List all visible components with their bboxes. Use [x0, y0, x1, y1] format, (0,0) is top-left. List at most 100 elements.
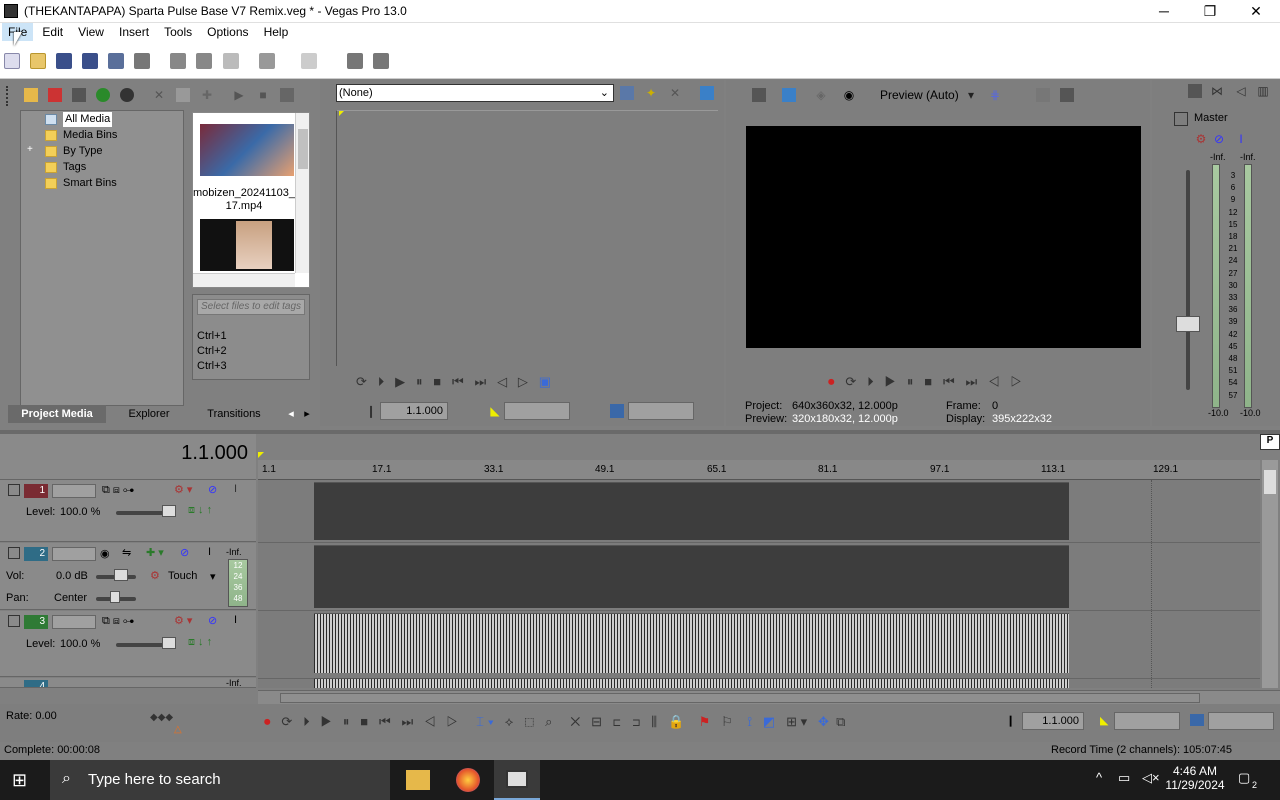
- loop-icon[interactable]: ⟳: [356, 374, 367, 389]
- copy-snapshot-icon[interactable]: [1036, 88, 1050, 102]
- track-level-knob[interactable]: [162, 637, 176, 649]
- snap-icon[interactable]: ⊞ ▾: [786, 714, 807, 729]
- minimize-button[interactable]: ─: [1141, 0, 1187, 23]
- track-mute-icon[interactable]: ⊘: [208, 483, 217, 496]
- play-from-start-icon[interactable]: ⏵: [867, 374, 874, 389]
- track-composite-icon[interactable]: ⧈ ↓ ↑: [188, 636, 212, 649]
- scroll-thumb[interactable]: [280, 693, 1200, 703]
- play-icon[interactable]: ▶: [884, 374, 896, 389]
- tab-project-media[interactable]: Project Media: [8, 405, 106, 423]
- menu-edit[interactable]: Edit: [36, 23, 69, 41]
- automation-mode[interactable]: Touch: [168, 570, 197, 582]
- preview-screen[interactable]: [746, 126, 1141, 348]
- timeline-scrollbar-h[interactable]: [258, 690, 1280, 704]
- trimmer-fx-icon[interactable]: ✦: [644, 86, 658, 100]
- capture-video-icon[interactable]: [48, 88, 62, 102]
- split-screen-icon[interactable]: ◉: [842, 88, 856, 102]
- auto-ripple-icon[interactable]: ◩: [763, 714, 775, 729]
- cut-icon[interactable]: [170, 53, 187, 69]
- media-thumbnail-2[interactable]: [200, 219, 294, 271]
- prev-frame-icon[interactable]: ◁: [424, 714, 436, 729]
- tree-item-all-media[interactable]: All Media: [63, 112, 113, 127]
- track-solo-icon[interactable]: Ι: [234, 483, 237, 495]
- master-mute-icon[interactable]: ⊘: [1212, 132, 1226, 146]
- envelope-tool-icon[interactable]: ⟡: [505, 714, 514, 729]
- timeline-scrollbar-v[interactable]: [1262, 460, 1278, 688]
- tree-item-smart-bins[interactable]: Smart Bins: [63, 176, 117, 191]
- go-end-icon[interactable]: ⏭: [965, 374, 977, 389]
- go-end-icon[interactable]: ⏭: [401, 714, 413, 729]
- trimmer-audio-icon[interactable]: [620, 86, 634, 100]
- tab-scroll-left[interactable]: ◂: [284, 405, 298, 423]
- chevron-down-icon[interactable]: ▾: [964, 88, 978, 102]
- open-icon[interactable]: [30, 53, 47, 69]
- fx-preview-icon[interactable]: ◈: [814, 88, 828, 102]
- network-icon[interactable]: ▭: [1118, 770, 1130, 786]
- external-monitor-icon[interactable]: [782, 88, 796, 102]
- record-arm-icon[interactable]: ◉: [100, 547, 110, 560]
- master-fader-knob[interactable]: [1176, 316, 1200, 332]
- taskbar-search[interactable]: ⌕ Type here to search: [50, 760, 390, 800]
- pause-icon[interactable]: ⏸: [907, 374, 914, 389]
- auto-crossfade-icon[interactable]: ⧉: [836, 714, 845, 729]
- stop-icon[interactable]: ■: [924, 374, 932, 389]
- maximize-button[interactable]: ❐: [1187, 0, 1233, 23]
- trimmer-clear-icon[interactable]: ✕: [668, 86, 682, 100]
- views-icon[interactable]: [280, 88, 294, 102]
- dock-grip[interactable]: [6, 86, 10, 106]
- media-thumbnail-1[interactable]: [200, 124, 294, 176]
- master-properties-icon[interactable]: [1188, 84, 1202, 98]
- track-collapse-icon[interactable]: [8, 615, 20, 627]
- prev-frame-icon[interactable]: ◁: [497, 374, 507, 389]
- tray-chevron-icon[interactable]: ^: [1096, 770, 1102, 785]
- taskbar-clock[interactable]: 4:46 AM 11/29/2024: [1160, 764, 1230, 792]
- master-fader-track[interactable]: [1186, 170, 1190, 390]
- track-name-field[interactable]: [52, 615, 96, 629]
- close-button[interactable]: ✕: [1233, 0, 1279, 23]
- audio-event-4[interactable]: [314, 678, 1069, 688]
- lock-icon[interactable]: 🔒: [668, 714, 684, 729]
- dim-output-icon[interactable]: ◁: [1234, 84, 1248, 98]
- timeline-ruler[interactable]: 1.1 17.1 33.1 49.1 65.1 81.1 97.1 113.1 …: [258, 460, 1260, 480]
- go-end-icon[interactable]: ⏭: [475, 374, 487, 389]
- track-composite-icon[interactable]: ⧈ ↓ ↑: [188, 504, 212, 517]
- master-fx-icon[interactable]: ⚙: [1194, 132, 1208, 146]
- video-event-1[interactable]: [314, 482, 1069, 540]
- enable-snapping-icon[interactable]: [346, 53, 363, 69]
- menu-options[interactable]: Options: [201, 23, 254, 41]
- tab-transitions[interactable]: Transitions: [192, 405, 276, 423]
- track-fx-icon[interactable]: ⚙ ▾: [174, 483, 192, 496]
- file-explorer-icon[interactable]: [406, 770, 430, 790]
- next-frame-icon[interactable]: ▷: [446, 714, 458, 729]
- properties-icon[interactable]: [134, 53, 151, 69]
- trimmer-monitor-icon[interactable]: [700, 86, 714, 100]
- trimmer-timecode[interactable]: 1.1.000: [380, 402, 448, 420]
- track-mute-icon[interactable]: ⊘: [208, 614, 217, 627]
- track-motion-icon[interactable]: ⧉ ⧈ ⊶: [102, 484, 134, 497]
- thumb-scrollbar-h[interactable]: [193, 273, 295, 287]
- track-pan-knob[interactable]: [110, 591, 120, 603]
- region-icon[interactable]: ⚐: [721, 714, 733, 729]
- track-level-knob[interactable]: [162, 505, 176, 517]
- zoom-tool-icon[interactable]: ⌕: [545, 714, 552, 729]
- track-collapse-icon[interactable]: [8, 547, 20, 559]
- loop-icon[interactable]: ⟳: [281, 714, 292, 729]
- thumb-scrollbar-v[interactable]: [295, 113, 309, 273]
- marker-icon[interactable]: ⚑: [699, 714, 711, 729]
- menu-view[interactable]: View: [72, 23, 110, 41]
- save-as-icon[interactable]: [82, 53, 99, 69]
- track-name-field[interactable]: [52, 547, 96, 561]
- preview-properties-icon[interactable]: [752, 88, 766, 102]
- ignore-grouping-icon[interactable]: ⟟: [747, 714, 752, 729]
- track-fx-icon[interactable]: ✚ ▾: [146, 546, 164, 559]
- new-project-icon[interactable]: [4, 53, 20, 69]
- menu-tools[interactable]: Tools: [158, 23, 198, 41]
- record-icon[interactable]: ⏺: [264, 714, 271, 729]
- volume-muted-icon[interactable]: ◁×: [1142, 770, 1160, 786]
- save-snapshot-icon[interactable]: [1060, 88, 1074, 102]
- next-frame-icon[interactable]: ▷: [518, 374, 528, 389]
- preview-quality-dropdown[interactable]: Preview (Auto): [880, 88, 959, 102]
- rate-slider-icon[interactable]: ◆◆◆: [150, 712, 173, 723]
- track-invert-icon[interactable]: ⇋: [122, 546, 131, 559]
- trim-end-icon[interactable]: ⊐: [632, 714, 640, 729]
